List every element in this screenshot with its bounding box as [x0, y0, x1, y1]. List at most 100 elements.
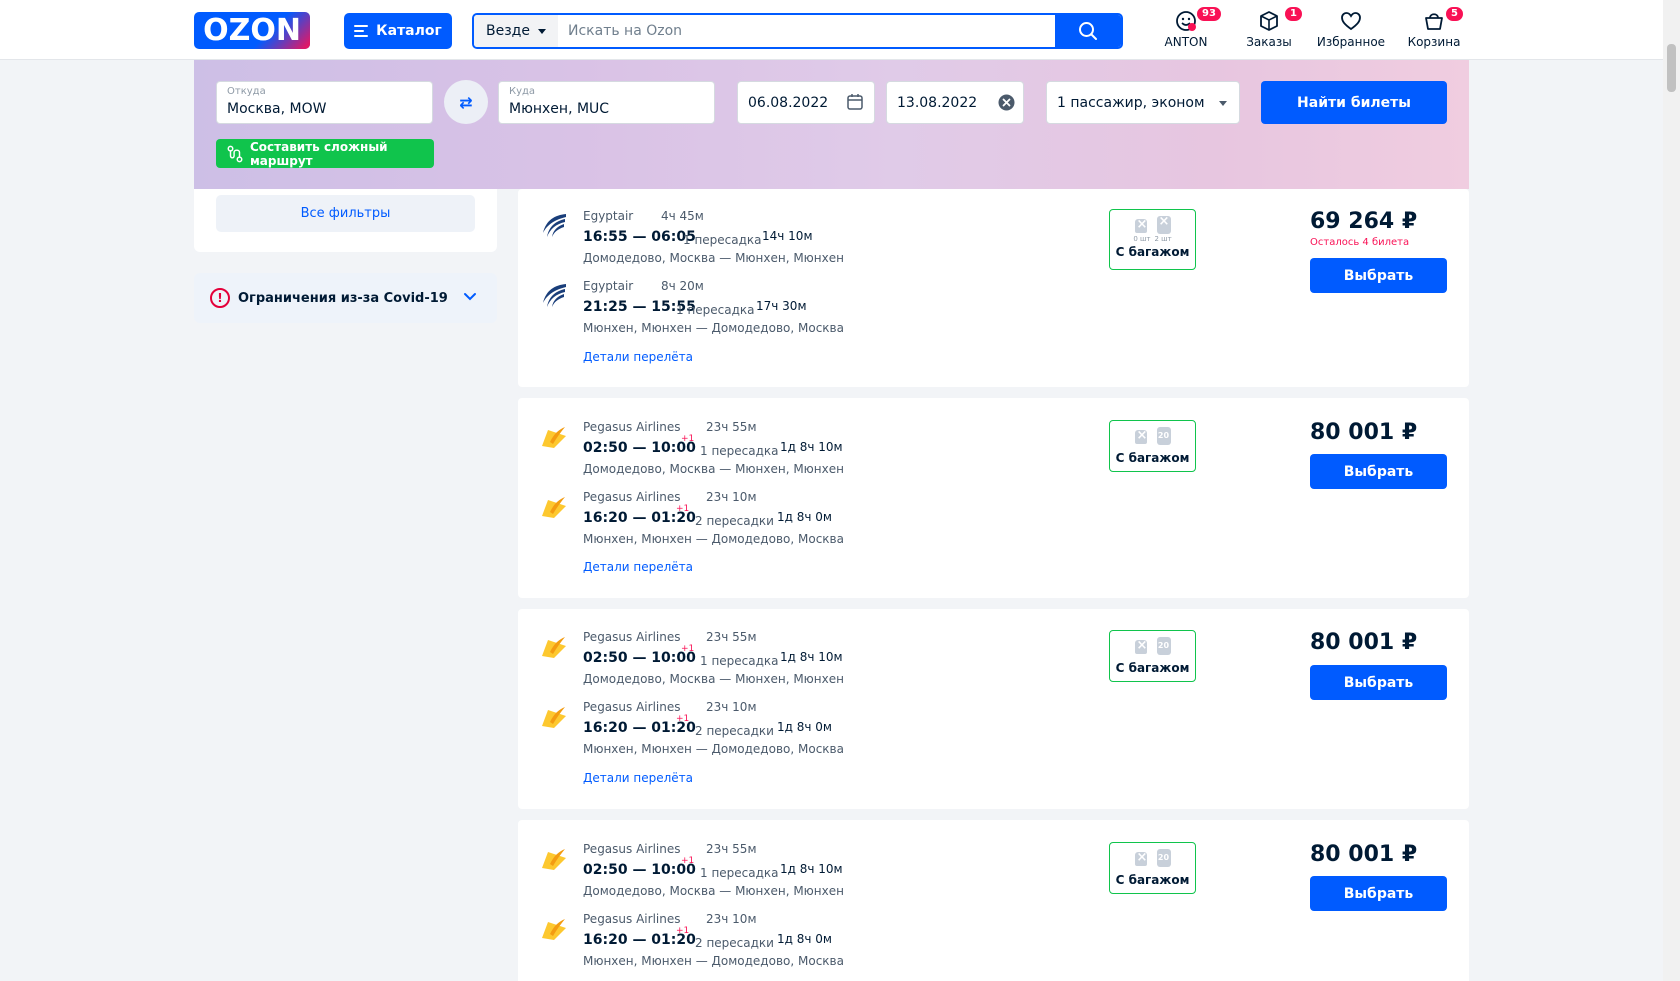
seats-left-note: Осталось 4 билета: [1310, 237, 1410, 248]
catalog-label: Каталог: [376, 23, 442, 39]
filters-card: Все фильтры: [194, 189, 497, 252]
flight-leg: Egyptair 4ч 45м 16:55 — 06:05 1 пересадк…: [518, 209, 1118, 275]
flight-duration: 23ч 55м: [706, 630, 757, 644]
flight-leg: Pegasus Airlines 23ч 10м 16:20 — 01:20 +…: [518, 912, 1118, 978]
flight-leg: Pegasus Airlines 23ч 10м 16:20 — 01:20 +…: [518, 700, 1118, 766]
flight-times: 02:50 — 10:00: [583, 650, 696, 666]
orders-badge: 1: [1284, 6, 1303, 22]
flight-details-link[interactable]: Детали перелёта: [583, 771, 693, 785]
swap-arrows-icon: ⇄: [459, 92, 473, 112]
search-scope-label: Везде: [486, 23, 530, 39]
route-text: Домодедово, Москва — Мюнхен, Мюнхен: [583, 251, 844, 265]
hand-luggage-icon: [1134, 217, 1147, 233]
next-day-marker: +1: [681, 856, 695, 866]
from-field[interactable]: Откуда Москва, MOW: [216, 81, 433, 124]
total-duration: 1д 8ч 0м: [777, 720, 832, 734]
cart-menu[interactable]: 5 Корзина: [1389, 6, 1479, 49]
hand-luggage-count: 0 шт: [1133, 235, 1151, 243]
suitcase-icon: 20: [1156, 637, 1171, 655]
complex-route-button[interactable]: Составить сложный маршрут: [216, 139, 434, 168]
total-duration: 17ч 30м: [756, 299, 807, 313]
flight-result-card: Pegasus Airlines 23ч 55м 02:50 — 10:00 +…: [518, 398, 1469, 598]
flight-details-link[interactable]: Детали перелёта: [583, 560, 693, 574]
to-field[interactable]: Куда Мюнхен, MUC: [498, 81, 715, 124]
egyptair-logo-icon: [543, 284, 566, 307]
search-input[interactable]: [558, 15, 1055, 47]
suitcase-icon: 20: [1156, 849, 1171, 867]
from-field-value: Москва, MOW: [227, 101, 327, 117]
heart-icon: [1306, 10, 1396, 32]
clear-date-icon[interactable]: [998, 94, 1015, 111]
suitcase-icon: [1156, 214, 1171, 234]
total-duration: 1д 8ч 0м: [777, 932, 832, 946]
route-text: Мюнхен, Мюнхен — Домодедово, Москва: [583, 532, 844, 546]
total-duration: 1д 8ч 10м: [780, 650, 843, 664]
hand-luggage-icon: [1134, 638, 1147, 654]
cart-bag-icon: 5: [1389, 6, 1479, 32]
pegasus-logo-icon: [542, 707, 566, 728]
flight-times: 02:50 — 10:00: [583, 862, 696, 878]
ozon-logo[interactable]: OZON: [194, 12, 310, 49]
flight-leg: Pegasus Airlines 23ч 10м 16:20 — 01:20 +…: [518, 490, 1118, 556]
date-out-field[interactable]: 06.08.2022: [737, 81, 875, 124]
total-duration: 1д 8ч 10м: [780, 440, 843, 454]
menu-icon: [354, 25, 369, 37]
flight-duration: 8ч 20м: [661, 279, 704, 293]
route-icon: [227, 145, 243, 162]
chevron-down-icon: [464, 293, 476, 301]
search-button[interactable]: [1055, 15, 1121, 47]
stops-count: 1 пересадка: [700, 444, 779, 458]
hand-luggage-icon: [1134, 428, 1147, 444]
select-button[interactable]: Выбрать: [1310, 454, 1447, 489]
swap-cities-button[interactable]: ⇄: [444, 80, 488, 124]
scrollbar-thumb[interactable]: [1667, 44, 1676, 92]
passengers-select[interactable]: 1 пассажир, эконом: [1046, 81, 1240, 124]
flight-result-card: Egyptair 4ч 45м 16:55 — 06:05 1 пересадк…: [518, 189, 1469, 387]
bag-weight: 20: [1157, 641, 1170, 650]
flight-times: 16:55 — 06:05: [583, 229, 696, 245]
from-field-label: Откуда: [227, 86, 266, 97]
all-filters-button[interactable]: Все фильтры: [216, 195, 475, 232]
airline-name: Pegasus Airlines: [583, 490, 681, 504]
covid-restrictions[interactable]: ! Ограничения из-за Covid-19: [194, 273, 497, 323]
flight-duration: 23ч 55м: [706, 842, 757, 856]
baggage-info[interactable]: 20 С багажом: [1109, 842, 1196, 894]
box-icon: 1: [1224, 6, 1314, 32]
dropdown-arrow-icon: [1219, 101, 1227, 106]
flight-search-panel: [194, 60, 1469, 189]
orders-menu[interactable]: 1 Заказы: [1224, 6, 1314, 49]
search-scope-select[interactable]: Везде: [474, 15, 558, 47]
stops-count: 1 пересадка: [700, 654, 779, 668]
flight-result-card: Pegasus Airlines 23ч 55м 02:50 — 10:00 +…: [518, 609, 1469, 809]
route-text: Мюнхен, Мюнхен — Домодедово, Москва: [583, 742, 844, 756]
select-button[interactable]: Выбрать: [1310, 665, 1447, 700]
search-icon: [1079, 22, 1097, 40]
bag-weight: 20: [1157, 853, 1170, 862]
route-text: Домодедово, Москва — Мюнхен, Мюнхен: [583, 462, 844, 476]
smile-icon: 93: [1141, 6, 1231, 32]
baggage-info[interactable]: 20 С багажом: [1109, 420, 1196, 472]
suitcase-icon: 20: [1156, 427, 1171, 445]
select-button[interactable]: Выбрать: [1310, 876, 1447, 911]
baggage-info[interactable]: 20 С багажом: [1109, 630, 1196, 682]
find-tickets-button[interactable]: Найти билеты: [1261, 81, 1447, 124]
search-bar: Везде: [472, 13, 1123, 49]
date-back-value: 13.08.2022: [897, 95, 978, 111]
route-text: Мюнхен, Мюнхен — Домодедово, Москва: [583, 954, 844, 968]
pegasus-logo-icon: [542, 849, 566, 870]
ticket-price: 80 001 ₽: [1310, 842, 1418, 867]
flight-details-link[interactable]: Детали перелёта: [583, 350, 693, 364]
date-back-field[interactable]: 13.08.2022: [886, 81, 1024, 124]
catalog-button[interactable]: Каталог: [344, 13, 452, 49]
favorites-label: Избранное: [1316, 35, 1386, 49]
favorites-menu[interactable]: Избранное: [1306, 10, 1396, 49]
baggage-info[interactable]: 0 шт2 шт С багажом: [1109, 209, 1196, 270]
user-badge: 93: [1196, 6, 1222, 22]
page-scrollbar[interactable]: [1663, 0, 1680, 981]
pegasus-logo-icon: [542, 919, 566, 940]
user-menu[interactable]: 93 ANTON: [1141, 6, 1231, 49]
flight-result-card: Pegasus Airlines 23ч 55м 02:50 — 10:00 +…: [518, 820, 1469, 981]
flight-duration: 23ч 55м: [706, 420, 757, 434]
select-button[interactable]: Выбрать: [1310, 258, 1447, 293]
baggage-label: С багажом: [1115, 873, 1190, 887]
